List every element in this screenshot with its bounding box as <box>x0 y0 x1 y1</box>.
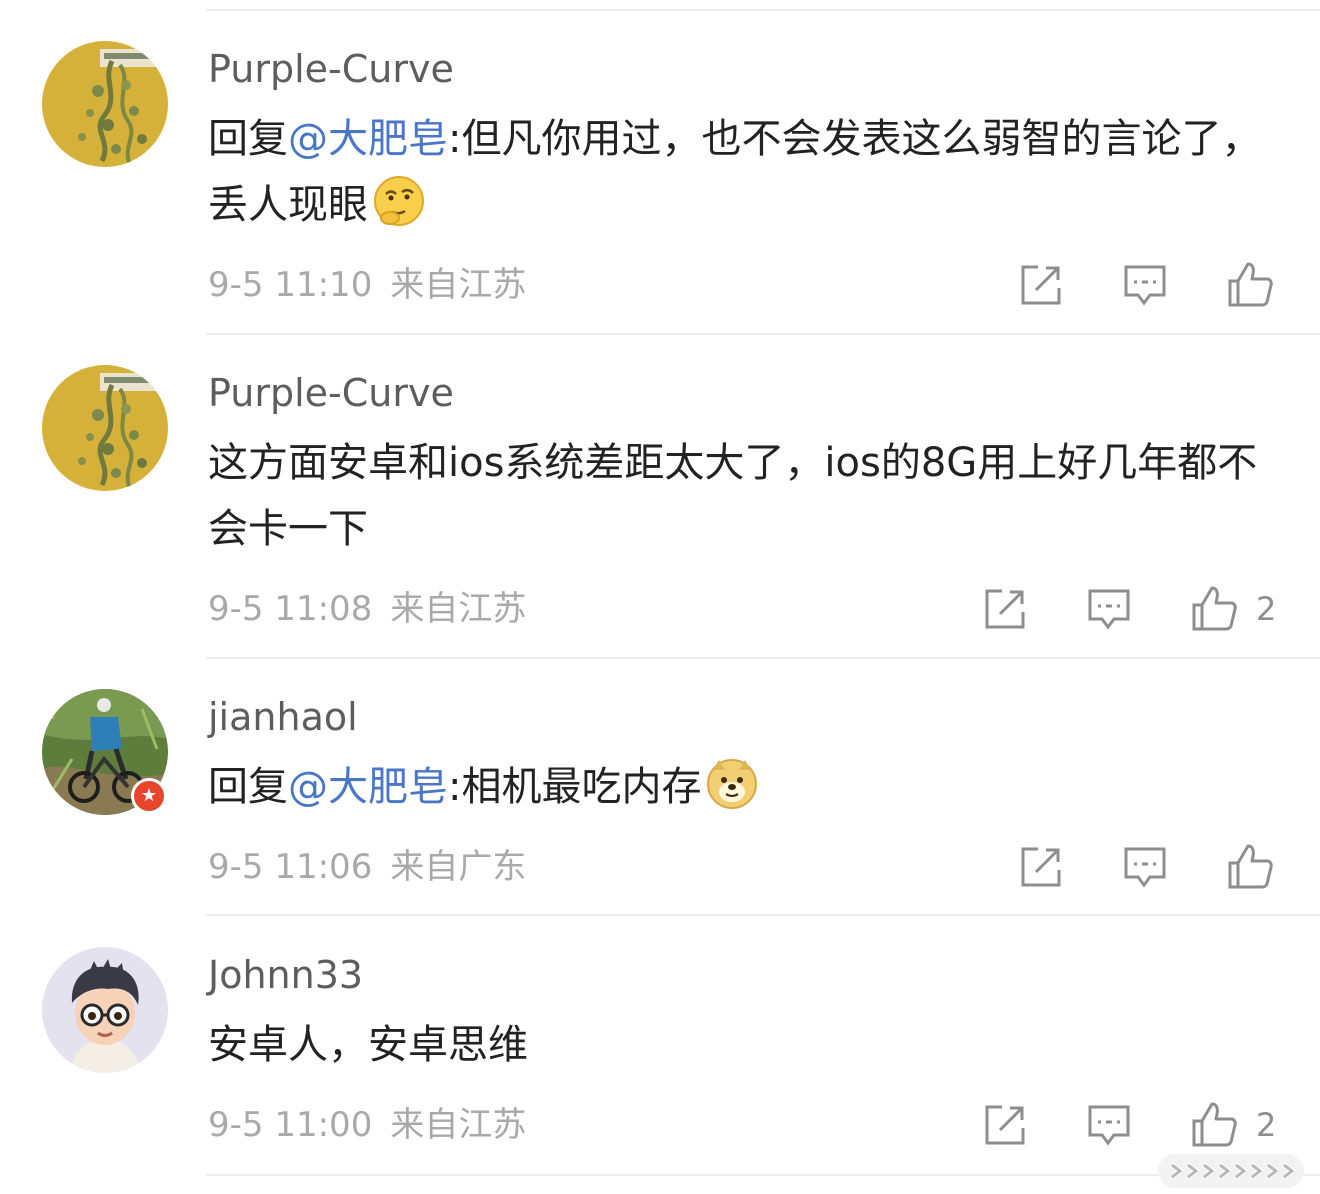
username[interactable]: Purple-Curve <box>208 370 454 416</box>
comment-text: 安卓人，安卓思维 <box>208 1012 1268 1078</box>
divider <box>206 333 1320 335</box>
comment-body: 这方面安卓和ios系统差距太大了，ios的8G用上好几年都不会卡一下 <box>208 440 1258 552</box>
share-icon[interactable] <box>1018 844 1064 890</box>
verified-badge-icon: ★ <box>131 778 167 814</box>
avatar[interactable] <box>42 41 168 167</box>
comment-date: 9-5 11:10 <box>208 265 373 305</box>
share-icon[interactable] <box>982 1102 1028 1148</box>
doge-emoji-icon <box>705 756 759 810</box>
comment-location: 来自广东 <box>390 847 527 887</box>
comment-icon[interactable] <box>1122 844 1168 890</box>
reply-prefix: 回复 <box>208 116 288 162</box>
mention-link[interactable]: @大肥皂 <box>288 116 448 162</box>
divider <box>206 914 1320 916</box>
comment-location: 来自江苏 <box>390 265 527 305</box>
share-icon[interactable] <box>1018 262 1064 308</box>
like-icon[interactable] <box>1190 584 1237 631</box>
comment-body: 安卓人，安卓思维 <box>208 1022 528 1068</box>
divider <box>206 657 1320 659</box>
more-icon[interactable] <box>1158 1154 1304 1188</box>
avatar[interactable] <box>42 365 168 491</box>
comment-text: 回复@大肥皂:相机最吃内存 <box>208 754 1268 820</box>
username[interactable]: Johnn33 <box>208 952 363 998</box>
comment-text: 这方面安卓和ios系统差距太大了，ios的8G用上好几年都不会卡一下 <box>208 430 1268 562</box>
thinking-face-emoji-icon <box>372 174 426 228</box>
comment-date: 9-5 11:00 <box>208 1105 373 1145</box>
comment-date: 9-5 11:06 <box>208 847 373 887</box>
divider-top <box>206 9 1320 11</box>
comment-text: 回复@大肥皂:但凡你用过，也不会发表这么弱智的言论了，丢人现眼 <box>208 106 1268 238</box>
avatar[interactable] <box>42 947 168 1073</box>
username[interactable]: Purple-Curve <box>208 46 454 92</box>
comment-icon[interactable] <box>1122 262 1168 308</box>
like-icon[interactable] <box>1226 842 1273 889</box>
comment-location: 来自江苏 <box>390 1105 527 1145</box>
comment-meta: 9-5 11:06 来自广东 <box>208 846 526 888</box>
share-icon[interactable] <box>982 586 1028 632</box>
like-icon[interactable] <box>1190 1100 1237 1147</box>
comment-icon[interactable] <box>1086 1102 1132 1148</box>
comment-location: 来自江苏 <box>390 589 527 629</box>
comment-date: 9-5 11:08 <box>208 589 373 629</box>
like-count: 2 <box>1256 1106 1277 1144</box>
reply-prefix: 回复 <box>208 764 288 810</box>
comment-meta: 9-5 11:00 来自江苏 <box>208 1104 526 1146</box>
comment-icon[interactable] <box>1086 586 1132 632</box>
like-count: 2 <box>1256 590 1277 628</box>
comment-body: :相机最吃内存 <box>448 764 702 810</box>
mention-link[interactable]: @大肥皂 <box>288 764 448 810</box>
comment-meta: 9-5 11:08 来自江苏 <box>208 588 526 630</box>
divider-bottom <box>206 1174 1320 1176</box>
username[interactable]: jianhaol <box>208 694 358 740</box>
like-icon[interactable] <box>1226 260 1273 307</box>
comment-meta: 9-5 11:10 来自江苏 <box>208 264 526 306</box>
